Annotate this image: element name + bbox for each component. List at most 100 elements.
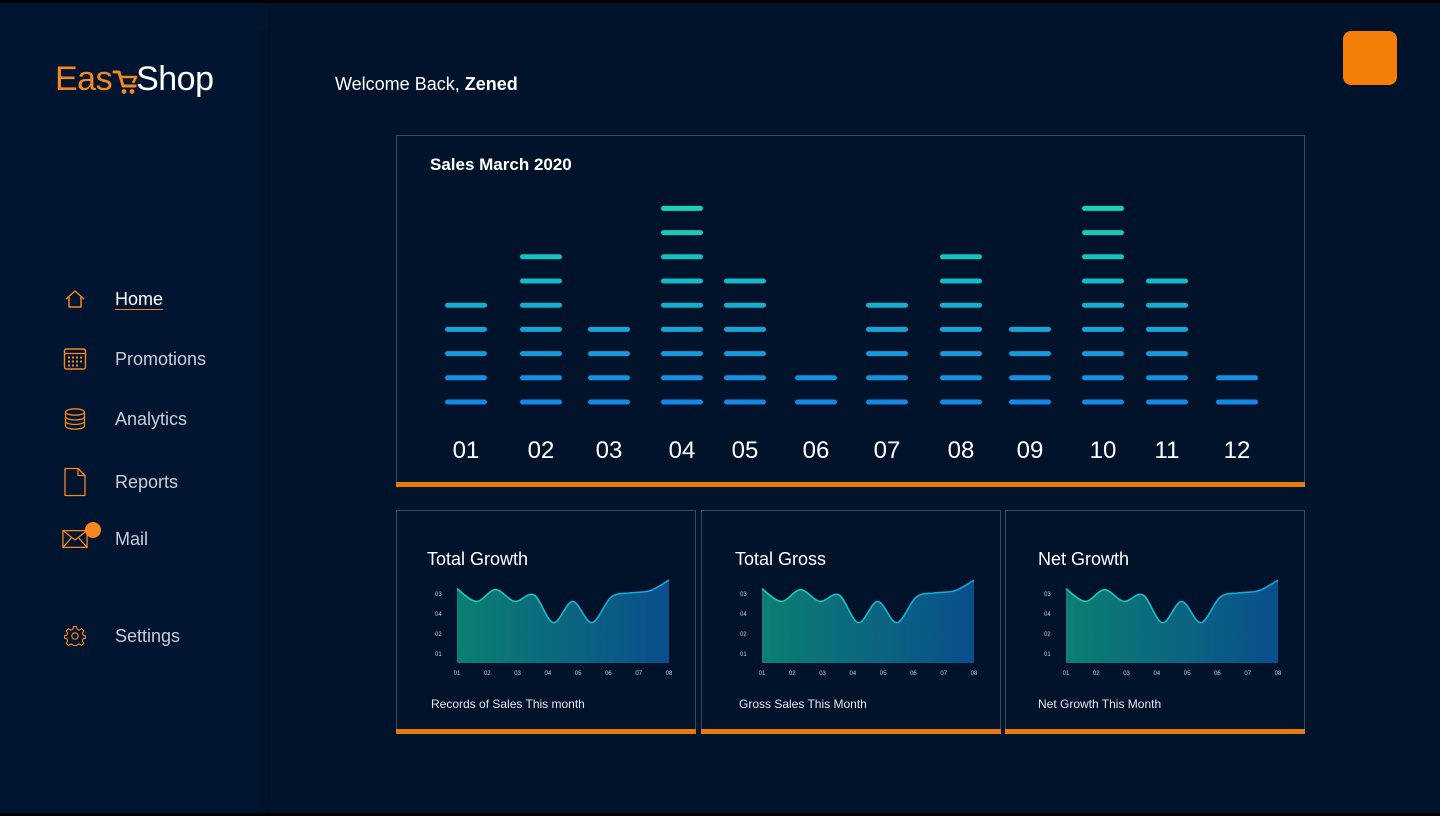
sidebar-item-mail[interactable]: Mail (62, 522, 148, 554)
card-accent-bar (1005, 729, 1305, 734)
y-tick-label: 03 (435, 592, 442, 598)
bar-01 (445, 302, 487, 405)
easyshop-logo[interactable]: Eas Shop (55, 60, 214, 110)
sales-chart-card: Sales March 2020 01 02 03 04 05 06 07 08 09 10 11 1… (396, 135, 1305, 487)
bar-segment (1082, 375, 1124, 381)
bar-04 (661, 205, 703, 405)
total-growth-card[interactable]: Total Growth 01 02 04 03 01 02 03 04 05 06 07 08 Re… (396, 510, 696, 734)
sidebar-item-label: Reports (115, 471, 179, 492)
bar-segment (866, 326, 908, 332)
bar-segment (940, 351, 982, 357)
bar-segment (1146, 399, 1188, 405)
x-tick-label: 04 (669, 437, 696, 464)
sidebar-item-home[interactable]: Home (62, 284, 163, 314)
sidebar-item-promotions[interactable]: Promotions (62, 344, 206, 374)
net-growth-card[interactable]: Net Growth 01 02 04 03 01 02 03 04 05 06 07 08 Net … (1005, 510, 1305, 734)
x-tick-label: 12 (1224, 437, 1251, 464)
bar-segment (1082, 399, 1124, 405)
card-accent-bar (701, 729, 1001, 734)
bar-segment (1009, 326, 1051, 332)
bar-segment (661, 375, 703, 381)
bar-segment (661, 205, 703, 211)
bar-segment (940, 399, 982, 405)
x-tick-label: 05 (575, 671, 582, 677)
avatar[interactable] (1343, 31, 1397, 85)
sidebar-item-analytics[interactable]: Analytics (62, 404, 187, 434)
bar-segment (940, 326, 982, 332)
y-tick-label: 02 (1044, 632, 1051, 638)
x-tick-label: 06 (605, 671, 612, 677)
bar-segment (724, 326, 766, 332)
bar-segment (866, 399, 908, 405)
x-tick-label: 03 (514, 671, 521, 677)
stat-card-caption: Net Growth This Month (1038, 697, 1162, 711)
bar-segment (1082, 278, 1124, 284)
bar-segment (1216, 399, 1258, 405)
bar-segment (1009, 375, 1051, 381)
x-tick-label: 04 (1154, 671, 1161, 677)
bar-10 (1082, 205, 1124, 405)
bar-segment (1146, 351, 1188, 357)
y-tick-label: 01 (740, 652, 747, 658)
bar-segment (661, 326, 703, 332)
x-tick-label: 02 (484, 671, 491, 677)
x-tick-label: 08 (666, 671, 673, 677)
bar-segment (866, 375, 908, 381)
x-tick-label: 07 (940, 671, 947, 677)
sidebar-divider (256, 30, 270, 814)
bar-segment (1082, 302, 1124, 308)
notification-badge (85, 522, 101, 538)
bar-segment (520, 254, 562, 260)
y-tick-label: 01 (1044, 652, 1051, 658)
bar-segment (795, 399, 837, 405)
x-tick-label: 08 (971, 671, 978, 677)
x-tick-label: 03 (1123, 671, 1130, 677)
bar-segment (940, 254, 982, 260)
x-tick-label: 06 (910, 671, 917, 677)
x-tick-label: 01 (454, 671, 461, 677)
bar-segment (1082, 254, 1124, 260)
calendar-icon (62, 346, 88, 372)
bar-segment (1009, 399, 1051, 405)
x-tick-label: 09 (1017, 437, 1044, 464)
x-tick-label: 04 (850, 671, 857, 677)
bar-segment (1146, 326, 1188, 332)
bar-segment (1082, 230, 1124, 236)
x-tick-label: 01 (1063, 671, 1070, 677)
x-tick-label: 06 (803, 437, 830, 464)
sidebar-item-settings[interactable]: Settings (62, 621, 180, 651)
bar-segment (724, 302, 766, 308)
x-tick-label: 08 (948, 437, 975, 464)
bar-segment (795, 375, 837, 381)
bar-segment (940, 302, 982, 308)
logo-text-part1: Eas (55, 60, 113, 98)
y-tick-label: 01 (435, 652, 442, 658)
sidebar-item-reports[interactable]: Reports (62, 467, 178, 497)
bar-segment (520, 326, 562, 332)
bar-segment (1082, 351, 1124, 357)
x-tick-label: 03 (596, 437, 623, 464)
bar-11 (1146, 278, 1188, 405)
y-tick-label: 04 (435, 612, 442, 618)
y-tick-label: 03 (1044, 592, 1051, 598)
welcome-prefix: Welcome Back, (335, 74, 465, 94)
bar-segment (445, 302, 487, 308)
bar-segment (520, 399, 562, 405)
bar-segment (445, 375, 487, 381)
bar-segment (520, 278, 562, 284)
card-accent-bar (396, 482, 1305, 487)
y-tick-label: 02 (435, 632, 442, 638)
bar-08 (940, 254, 982, 405)
welcome-message: Welcome Back, Zened (335, 74, 518, 95)
bar-segment (661, 302, 703, 308)
bar-segment (1009, 351, 1051, 357)
card-accent-bar (396, 729, 696, 734)
x-tick-label: 07 (635, 671, 642, 677)
user-name: Zened (464, 74, 518, 94)
bar-segment (661, 351, 703, 357)
bar-segment (866, 302, 908, 308)
document-icon (62, 467, 88, 497)
bar-segment (1082, 205, 1124, 211)
total-gross-card[interactable]: Total Gross 01 02 04 03 01 02 03 04 05 06 07 08 Gro… (701, 510, 1001, 734)
bar-06 (795, 375, 837, 405)
